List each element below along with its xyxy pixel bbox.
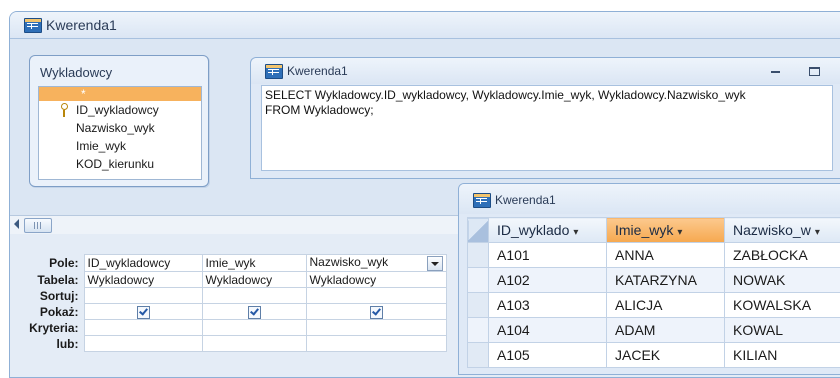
grid-row-show: Pokaż: [10, 304, 446, 320]
scroll-left-icon[interactable] [14, 219, 19, 229]
row-selector[interactable] [468, 268, 489, 293]
cell-imie[interactable]: ALICJA [607, 293, 725, 318]
field-item-imie-wyk[interactable]: Imie_wyk [39, 137, 201, 155]
grid-row-table: Tabela: Wykladowcy Wykladowcy Wykladowcy [10, 272, 446, 288]
grid-label-or: lub: [10, 336, 84, 352]
table-box-title: Wykladowcy [40, 65, 112, 80]
cell-id[interactable]: A105 [489, 343, 607, 368]
table-row: A103 ALICJA KOWALSKA [468, 293, 840, 318]
grid-cell-field-3-label: Nazwisko_wyk [310, 255, 389, 269]
grid-cell-show-2 [202, 304, 306, 320]
show-checkbox[interactable] [248, 306, 261, 319]
datasheet-window-title: Kwerenda1 [495, 193, 556, 207]
cell-nazwisko[interactable]: KOWALSKA [725, 293, 840, 318]
grid-cell-field-2[interactable]: Imie_wyk [202, 255, 306, 272]
grid-cell-or-1[interactable] [84, 336, 202, 352]
field-item-all[interactable]: * [39, 87, 201, 101]
grid-cell-sort-2[interactable] [202, 288, 306, 304]
cell-imie[interactable]: KATARZYNA [607, 268, 725, 293]
field-item-nazwisko-wyk[interactable]: Nazwisko_wyk [39, 119, 201, 137]
datasheet-titlebar[interactable]: Kwerenda1 [459, 184, 840, 214]
column-header-id[interactable]: ID_wyklado ▾ [489, 218, 607, 243]
column-header-label: ID_wyklado [497, 222, 569, 238]
show-checkbox[interactable] [370, 306, 383, 319]
grid-cell-table-3[interactable]: Wykladowcy [306, 272, 446, 288]
dropdown-arrow-icon[interactable]: ▾ [815, 227, 820, 238]
query-icon [473, 193, 491, 208]
select-all-corner[interactable] [468, 218, 489, 243]
column-header-label: Imie_wyk [615, 222, 673, 238]
dropdown-arrow-icon[interactable]: ▾ [573, 227, 578, 238]
datasheet-table: ID_wyklado ▾ Imie_wyk ▾ Nazwisko_w ▾ A101 A… [467, 217, 840, 368]
grid-label-show: Pokaż: [10, 304, 84, 320]
cell-nazwisko[interactable]: KOWAL [725, 318, 840, 343]
primary-key-icon [60, 103, 69, 117]
minimize-icon[interactable] [771, 71, 780, 73]
grid-cell-criteria-3[interactable] [306, 320, 446, 336]
grid-row-or: lub: [10, 336, 446, 352]
dropdown-arrow-icon[interactable]: ▾ [677, 227, 682, 238]
grid-label-sort: Sortuj: [10, 288, 84, 304]
grid-cell-or-2[interactable] [202, 336, 306, 352]
grid-cell-table-1[interactable]: Wykladowcy [84, 272, 202, 288]
grid-cell-show-1 [84, 304, 202, 320]
main-titlebar[interactable]: Kwerenda1 [10, 12, 840, 39]
grid-label-criteria: Kryteria: [10, 320, 84, 336]
column-header-label: Nazwisko_w [733, 222, 811, 238]
table-row: A104 ADAM KOWAL [468, 318, 840, 343]
grid-cell-or-3[interactable] [306, 336, 446, 352]
grid-row-sort: Sortuj: [10, 288, 446, 304]
grid-cell-table-2[interactable]: Wykladowcy [202, 272, 306, 288]
show-checkbox[interactable] [137, 306, 150, 319]
grid-row-criteria: Kryteria: [10, 320, 446, 336]
cell-nazwisko[interactable]: KILIAN [725, 343, 840, 368]
grid-row-field: Pole: ID_wykladowcy Imie_wyk Nazwisko_wy… [10, 255, 446, 272]
datasheet-window: Kwerenda1 ID_wyklado ▾ Imie_wyk ▾ Nazwisko… [458, 183, 840, 375]
field-list[interactable]: * ID_wykladowcy Nazwisko_wyk Imie_wyk KO… [38, 86, 202, 180]
table-row: A105 JACEK KILIAN [468, 343, 840, 368]
cell-imie[interactable]: JACEK [607, 343, 725, 368]
grid-label-table: Tabela: [10, 272, 84, 288]
field-item-id-wykladowcy[interactable]: ID_wykladowcy [39, 101, 201, 119]
maximize-icon[interactable] [809, 67, 820, 76]
grid-cell-criteria-2[interactable] [202, 320, 306, 336]
query-grid-table: Pole: ID_wykladowcy Imie_wyk Nazwisko_wy… [10, 254, 447, 352]
column-header-imie[interactable]: Imie_wyk ▾ [607, 218, 725, 243]
cell-id[interactable]: A102 [489, 268, 607, 293]
cell-nazwisko[interactable]: NOWAK [725, 268, 840, 293]
field-item-label: ID_wykladowcy [76, 103, 159, 117]
grid-cell-field-3[interactable]: Nazwisko_wyk [306, 255, 446, 272]
query-icon [24, 18, 42, 33]
row-selector[interactable] [468, 343, 489, 368]
main-window-title: Kwerenda1 [46, 17, 117, 33]
sql-titlebar[interactable]: Kwerenda1 [251, 58, 840, 84]
field-item-kod-kierunku[interactable]: KOD_kierunku [39, 155, 201, 173]
datasheet-header-row: ID_wyklado ▾ Imie_wyk ▾ Nazwisko_w ▾ [468, 218, 840, 243]
row-selector[interactable] [468, 318, 489, 343]
grid-cell-sort-1[interactable] [84, 288, 202, 304]
table-row: A102 KATARZYNA NOWAK [468, 268, 840, 293]
cell-id[interactable]: A104 [489, 318, 607, 343]
sql-view-window: Kwerenda1 SELECT Wykladowcy.ID_wykladowc… [250, 57, 840, 179]
grid-cell-show-3 [306, 304, 446, 320]
cell-imie[interactable]: ADAM [607, 318, 725, 343]
cell-nazwisko[interactable]: ZABŁOCKA [725, 243, 840, 268]
query-icon [265, 64, 283, 79]
scroll-thumb[interactable] [24, 218, 52, 233]
grid-label-field: Pole: [10, 255, 84, 272]
grid-cell-field-1[interactable]: ID_wykladowcy [84, 255, 202, 272]
row-selector[interactable] [468, 243, 489, 268]
column-header-nazwisko[interactable]: Nazwisko_w ▾ [725, 218, 840, 243]
cell-id[interactable]: A103 [489, 293, 607, 318]
grid-cell-sort-3[interactable] [306, 288, 446, 304]
sql-editor[interactable]: SELECT Wykladowcy.ID_wykladowcy, Wyklado… [261, 85, 833, 171]
cell-id[interactable]: A101 [489, 243, 607, 268]
sql-window-title: Kwerenda1 [287, 64, 348, 78]
grid-cell-criteria-1[interactable] [84, 320, 202, 336]
chevron-down-icon[interactable] [427, 256, 443, 271]
row-selector[interactable] [468, 293, 489, 318]
cell-imie[interactable]: ANNA [607, 243, 725, 268]
table-row: A101 ANNA ZABŁOCKA [468, 243, 840, 268]
table-box-wykladowcy[interactable]: Wykladowcy * ID_wykladowcy Nazwisko_wyk … [29, 55, 209, 187]
